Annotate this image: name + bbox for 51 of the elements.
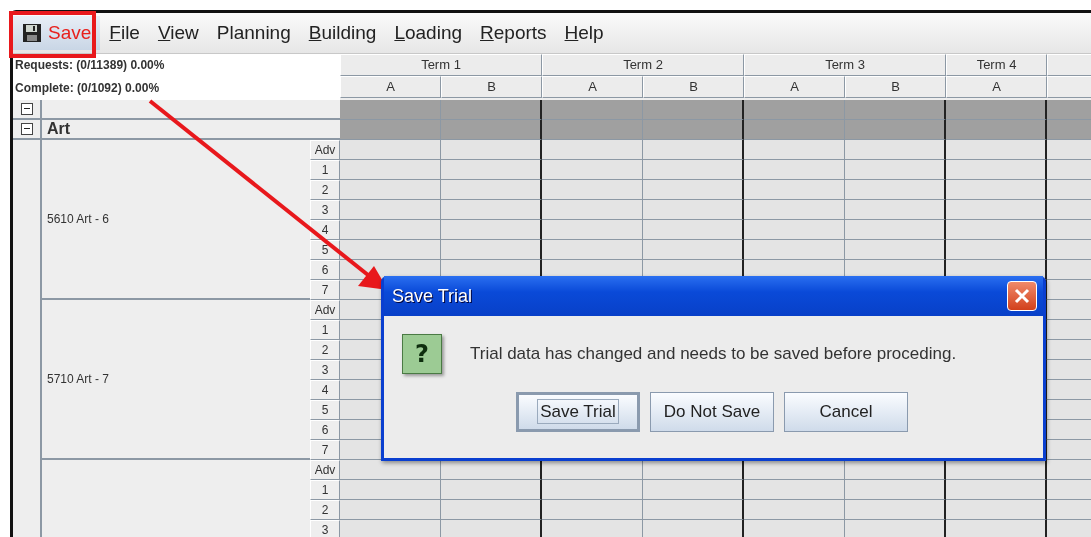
dialog-button[interactable]: Cancel	[784, 392, 908, 432]
menu-item[interactable]: View	[148, 15, 208, 50]
slot-header: A	[542, 75, 643, 98]
period-label: 4	[310, 380, 340, 400]
term-header: Term 4	[946, 53, 1047, 76]
period-label: 3	[310, 360, 340, 380]
progress-text: Requests: (0/11389) 0.00%	[15, 58, 166, 73]
period-label: 7	[310, 440, 340, 460]
collapse-toggle-icon[interactable]	[20, 123, 33, 135]
period-label: 6	[310, 260, 340, 280]
close-icon	[1014, 288, 1030, 304]
period-label: Adv	[310, 140, 340, 160]
menu-item[interactable]: Help	[555, 15, 613, 50]
question-icon: ?	[402, 334, 442, 374]
menu-item[interactable]: Loading	[385, 15, 471, 50]
dialog-title: Save Trial	[392, 285, 473, 307]
group-label: Art	[46, 120, 72, 138]
slot-header: A	[340, 75, 441, 98]
period-label: 1	[310, 320, 340, 340]
period-label: 7	[310, 280, 340, 300]
period-label: 2	[310, 340, 340, 360]
period-label: 1	[310, 160, 340, 180]
progress-text: Complete: (0/1092) 0.00%	[15, 81, 161, 96]
menu-item[interactable]: Building	[299, 15, 386, 50]
slot-header: B	[441, 75, 542, 98]
period-label: Adv	[310, 300, 340, 320]
term-header: Term 3	[744, 53, 946, 76]
menu-item[interactable]: File	[100, 15, 149, 50]
period-label: 1	[310, 480, 340, 500]
slot-header: B	[643, 75, 744, 98]
term-header: Term 2	[542, 53, 744, 76]
dialog-message: Trial data has changed and needs to be saved before proceding.	[470, 344, 957, 364]
period-label: 3	[310, 520, 340, 537]
dialog-button[interactable]: Save Trial	[516, 392, 640, 432]
period-label: 2	[310, 180, 340, 200]
collapse-toggle-icon[interactable]	[20, 103, 33, 115]
menu-item[interactable]: Reports	[471, 15, 556, 50]
period-label: 6	[310, 420, 340, 440]
menu-item[interactable]: Planning	[207, 15, 300, 50]
course-name: 5710 Art - 7	[47, 372, 110, 386]
slot-header: B	[845, 75, 946, 98]
slot-header: A	[946, 75, 1047, 98]
period-label: Adv	[310, 460, 340, 480]
term-header: Term 1	[340, 53, 542, 76]
slot-header: A	[744, 75, 845, 98]
dialog-button[interactable]: Do Not Save	[650, 392, 774, 432]
close-button[interactable]	[1007, 281, 1037, 311]
course-name: 5610 Art - 6	[47, 212, 110, 226]
period-label: 3	[310, 200, 340, 220]
period-label: 5	[310, 400, 340, 420]
period-label: 2	[310, 500, 340, 520]
